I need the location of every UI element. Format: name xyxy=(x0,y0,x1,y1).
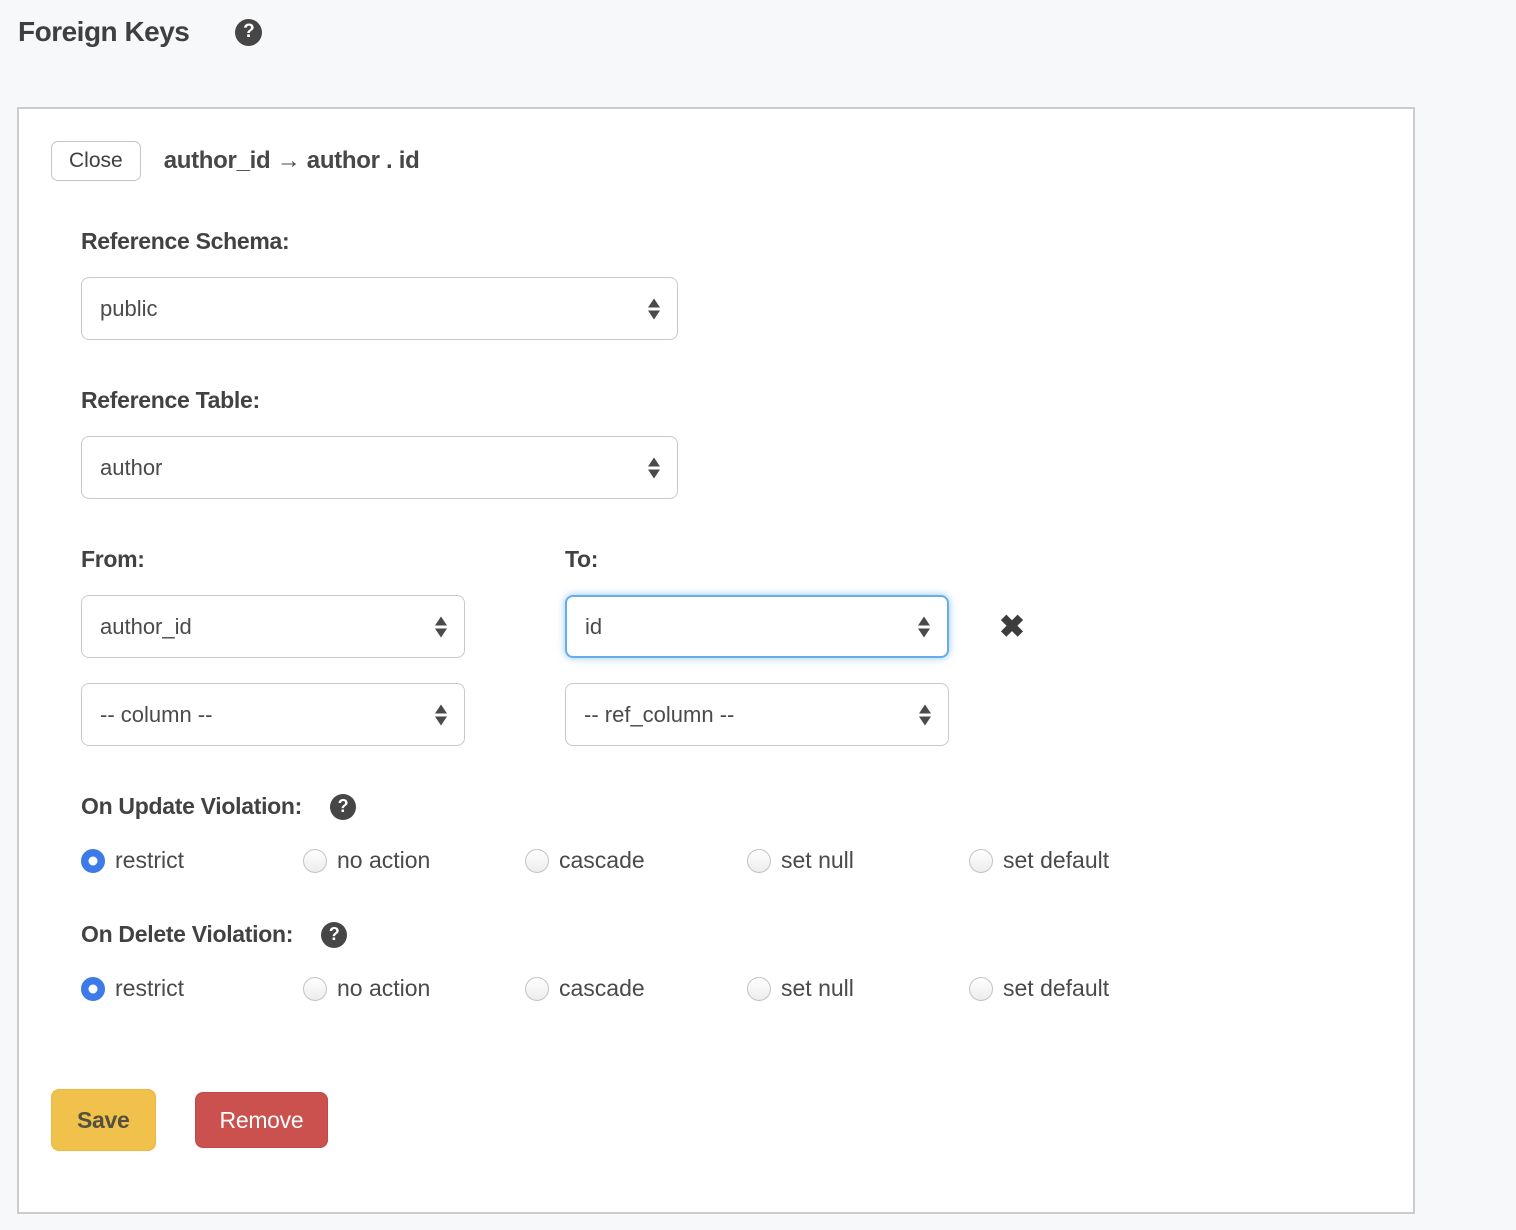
add-column-placeholder: -- column -- xyxy=(100,702,212,728)
remove-mapping-icon[interactable]: ✖ xyxy=(999,611,1025,642)
foreign-keys-page: Foreign Keys ? Close author_id → author … xyxy=(0,0,1516,1230)
page-title: Foreign Keys xyxy=(18,16,189,48)
action-buttons-row: Save Remove xyxy=(51,1089,1381,1151)
radio-update-set-default[interactable]: set default xyxy=(969,847,1191,874)
radio-delete-set-default[interactable]: set default xyxy=(969,975,1191,1002)
radio-update-set-null[interactable]: set null xyxy=(747,847,969,874)
radio-icon xyxy=(81,977,105,1001)
radio-update-cascade[interactable]: cascade xyxy=(525,847,747,874)
radio-label: set default xyxy=(1003,975,1109,1002)
radio-label: set null xyxy=(781,975,854,1002)
radio-icon xyxy=(303,977,327,1001)
from-column-select[interactable]: author_id xyxy=(81,595,465,658)
radio-label: cascade xyxy=(559,975,645,1002)
help-icon[interactable]: ? xyxy=(235,19,262,46)
to-column-select[interactable]: id xyxy=(565,595,949,658)
mapping-row-placeholders: -- column -- -- ref_column -- xyxy=(81,683,1381,746)
on-delete-violation-label-row: On Delete Violation: ? xyxy=(81,921,1381,948)
radio-icon xyxy=(525,977,549,1001)
radio-label: no action xyxy=(337,975,430,1002)
reference-schema-value: public xyxy=(100,296,157,322)
to-label: To: xyxy=(565,546,1049,573)
radio-label: set default xyxy=(1003,847,1109,874)
reference-table-select[interactable]: author xyxy=(81,436,678,499)
radio-label: set null xyxy=(781,847,854,874)
from-column-value: author_id xyxy=(100,614,192,640)
radio-icon xyxy=(747,849,771,873)
radio-icon xyxy=(303,849,327,873)
radio-delete-cascade[interactable]: cascade xyxy=(525,975,747,1002)
radio-update-restrict[interactable]: restrict xyxy=(81,847,303,874)
radio-icon xyxy=(747,977,771,1001)
foreign-key-heading: author_id → author . id xyxy=(164,147,420,175)
select-arrows-icon xyxy=(648,457,660,478)
radio-label: restrict xyxy=(115,975,184,1002)
add-column-select[interactable]: -- column -- xyxy=(81,683,465,746)
radio-label: restrict xyxy=(115,847,184,874)
radio-icon xyxy=(81,849,105,873)
reference-schema-label: Reference Schema: xyxy=(81,228,1381,255)
reference-table-value: author xyxy=(100,455,162,481)
foreign-key-form: Reference Schema: public Reference Table… xyxy=(81,228,1381,1002)
save-button[interactable]: Save xyxy=(51,1089,156,1151)
on-update-radio-group: restrict no action cascade set null set … xyxy=(81,847,1381,874)
to-column-value: id xyxy=(585,614,602,640)
radio-label: cascade xyxy=(559,847,645,874)
foreign-key-editor-panel: Close author_id → author . id Reference … xyxy=(17,107,1415,1214)
add-ref-column-select[interactable]: -- ref_column -- xyxy=(565,683,949,746)
from-label: From: xyxy=(81,546,565,573)
radio-delete-no-action[interactable]: no action xyxy=(303,975,525,1002)
close-button[interactable]: Close xyxy=(51,141,141,181)
radio-label: no action xyxy=(337,847,430,874)
select-arrows-icon xyxy=(648,298,660,319)
on-delete-violation-label: On Delete Violation: xyxy=(81,921,293,948)
select-arrows-icon xyxy=(919,704,931,725)
remove-button[interactable]: Remove xyxy=(195,1092,329,1148)
on-delete-radio-group: restrict no action cascade set null set … xyxy=(81,975,1381,1002)
select-arrows-icon xyxy=(435,704,447,725)
help-icon[interactable]: ? xyxy=(321,922,347,948)
add-ref-column-placeholder: -- ref_column -- xyxy=(584,702,734,728)
page-header: Foreign Keys ? xyxy=(0,0,1516,48)
reference-table-label: Reference Table: xyxy=(81,387,1381,414)
on-update-violation-label: On Update Violation: xyxy=(81,793,302,820)
radio-delete-restrict[interactable]: restrict xyxy=(81,975,303,1002)
select-arrows-icon xyxy=(918,616,930,637)
mapping-row-values: author_id id ✖ xyxy=(81,595,1381,658)
help-icon[interactable]: ? xyxy=(330,794,356,820)
radio-update-no-action[interactable]: no action xyxy=(303,847,525,874)
reference-schema-select[interactable]: public xyxy=(81,277,678,340)
select-arrows-icon xyxy=(435,616,447,637)
radio-icon xyxy=(969,977,993,1001)
panel-header-row: Close author_id → author . id xyxy=(51,141,1381,181)
radio-delete-set-null[interactable]: set null xyxy=(747,975,969,1002)
radio-icon xyxy=(969,849,993,873)
on-update-violation-label-row: On Update Violation: ? xyxy=(81,793,1381,820)
radio-icon xyxy=(525,849,549,873)
fromto-label-row: From: To: xyxy=(81,546,1381,573)
